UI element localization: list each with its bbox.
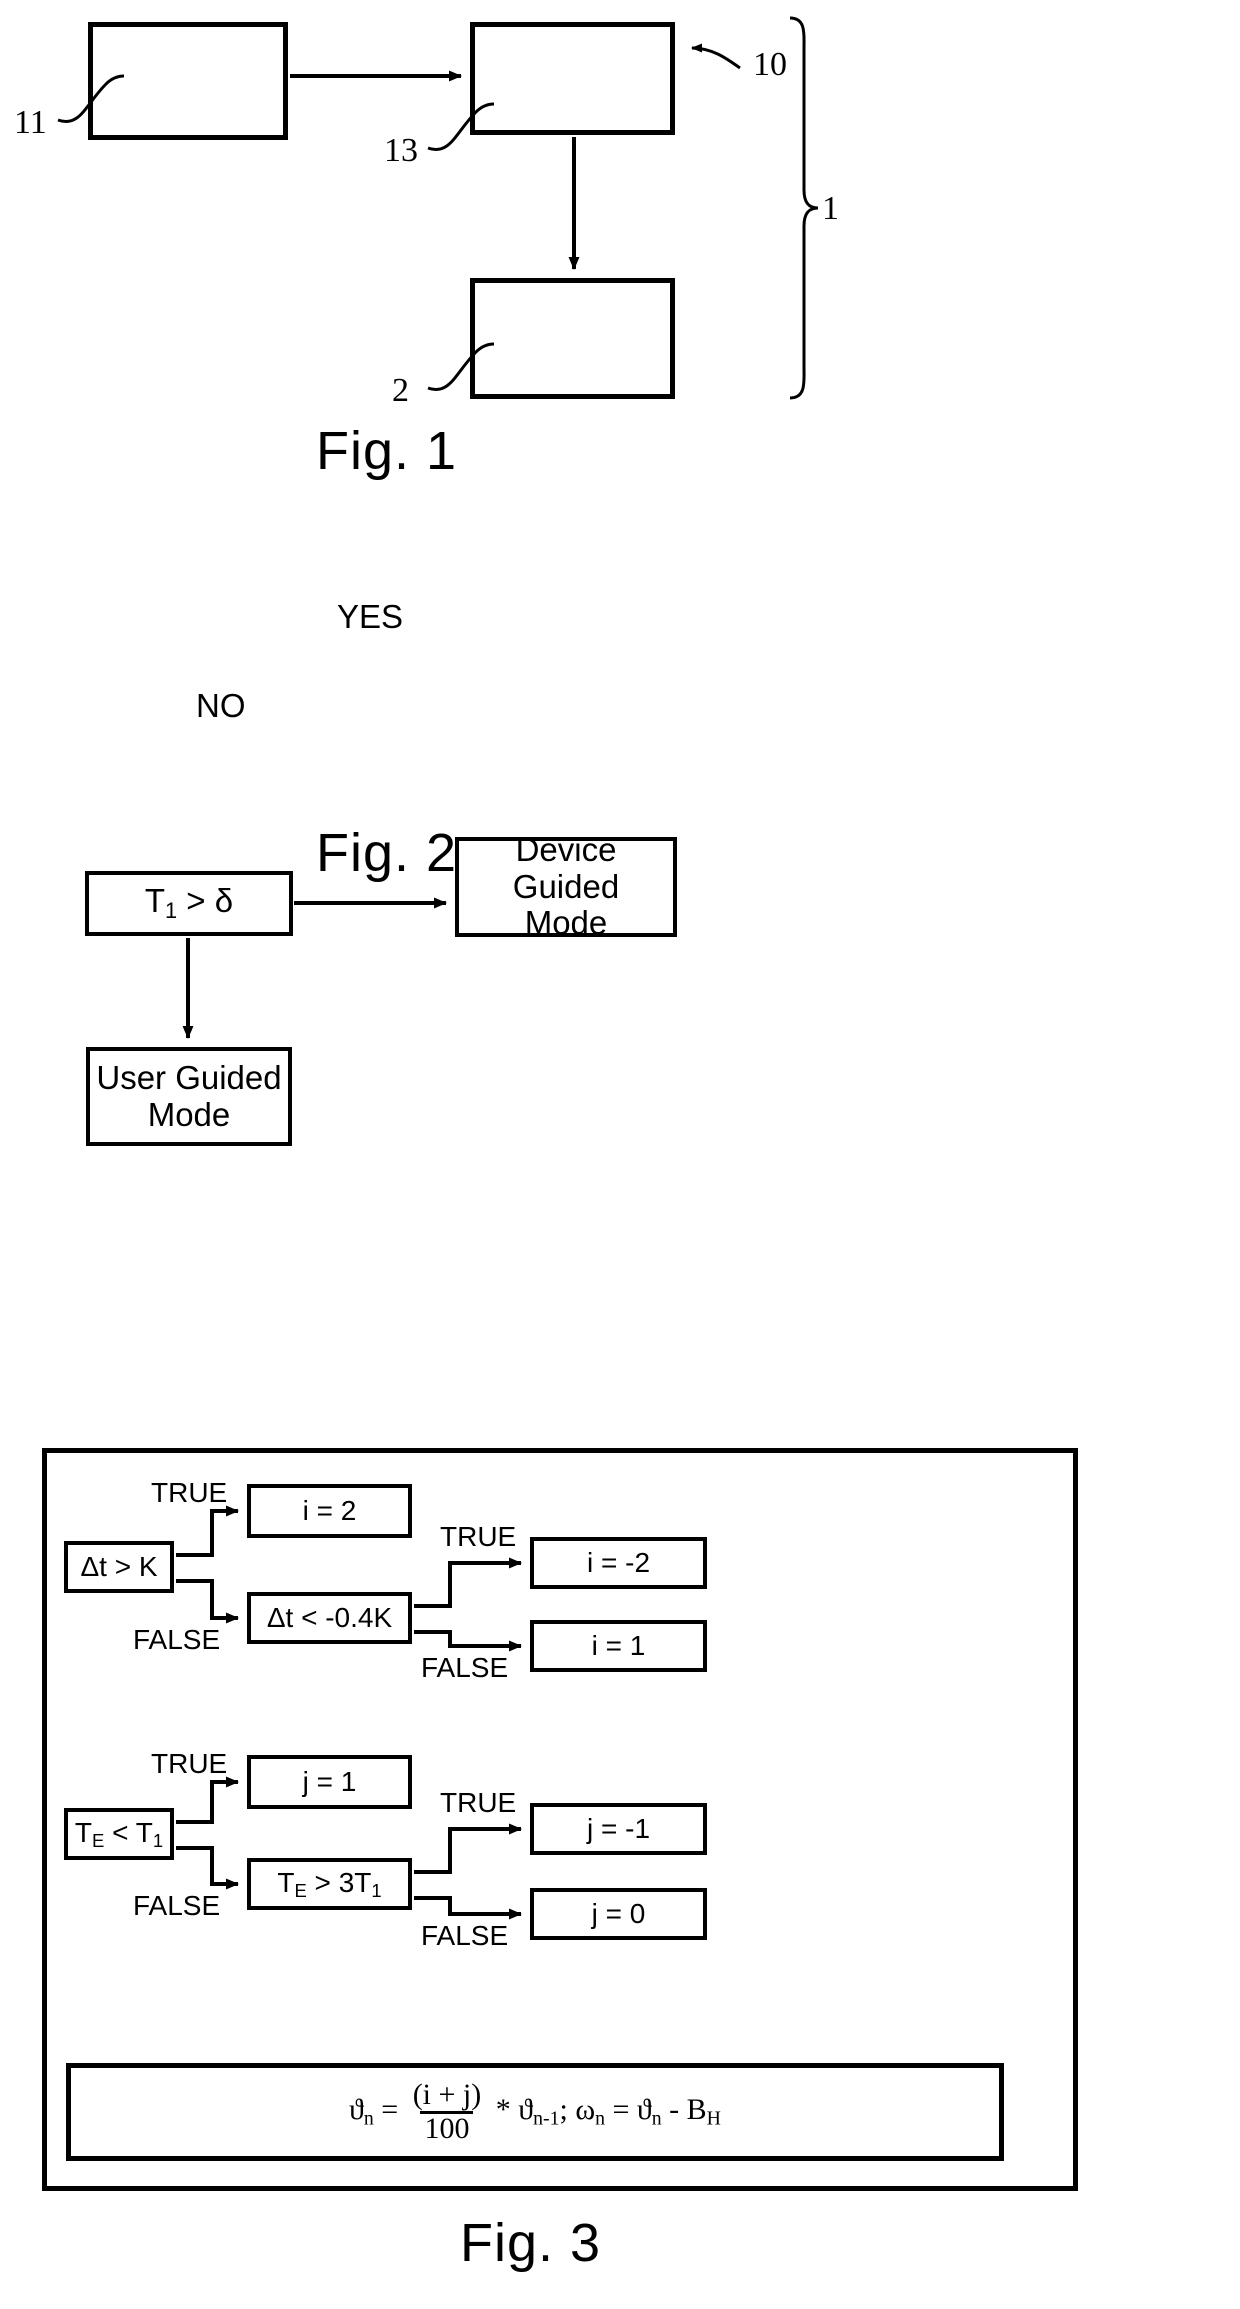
fig3-b2-false-label: FALSE xyxy=(133,1890,221,1921)
drawing-sheet: 11 13 10 2 1 Fig. 1 T1 > δ Device Guided… xyxy=(0,0,1240,2309)
fig3-caption: Fig. 3 xyxy=(460,2213,602,2273)
fig3-b1-true-label: TRUE xyxy=(151,1477,228,1508)
fig3-b2-sub-false-label: FALSE xyxy=(421,1920,509,1951)
fig3-b1-sub-false-label: FALSE xyxy=(421,1652,509,1683)
fig3-b2-true-label: TRUE xyxy=(151,1748,228,1779)
fig3-b2-sub-true-label: TRUE xyxy=(440,1787,517,1818)
fig3-b1-sub-true-label: TRUE xyxy=(440,1521,517,1552)
fig3-connectors xyxy=(176,1505,522,1920)
fig3-b1-false-label: FALSE xyxy=(133,1624,221,1655)
